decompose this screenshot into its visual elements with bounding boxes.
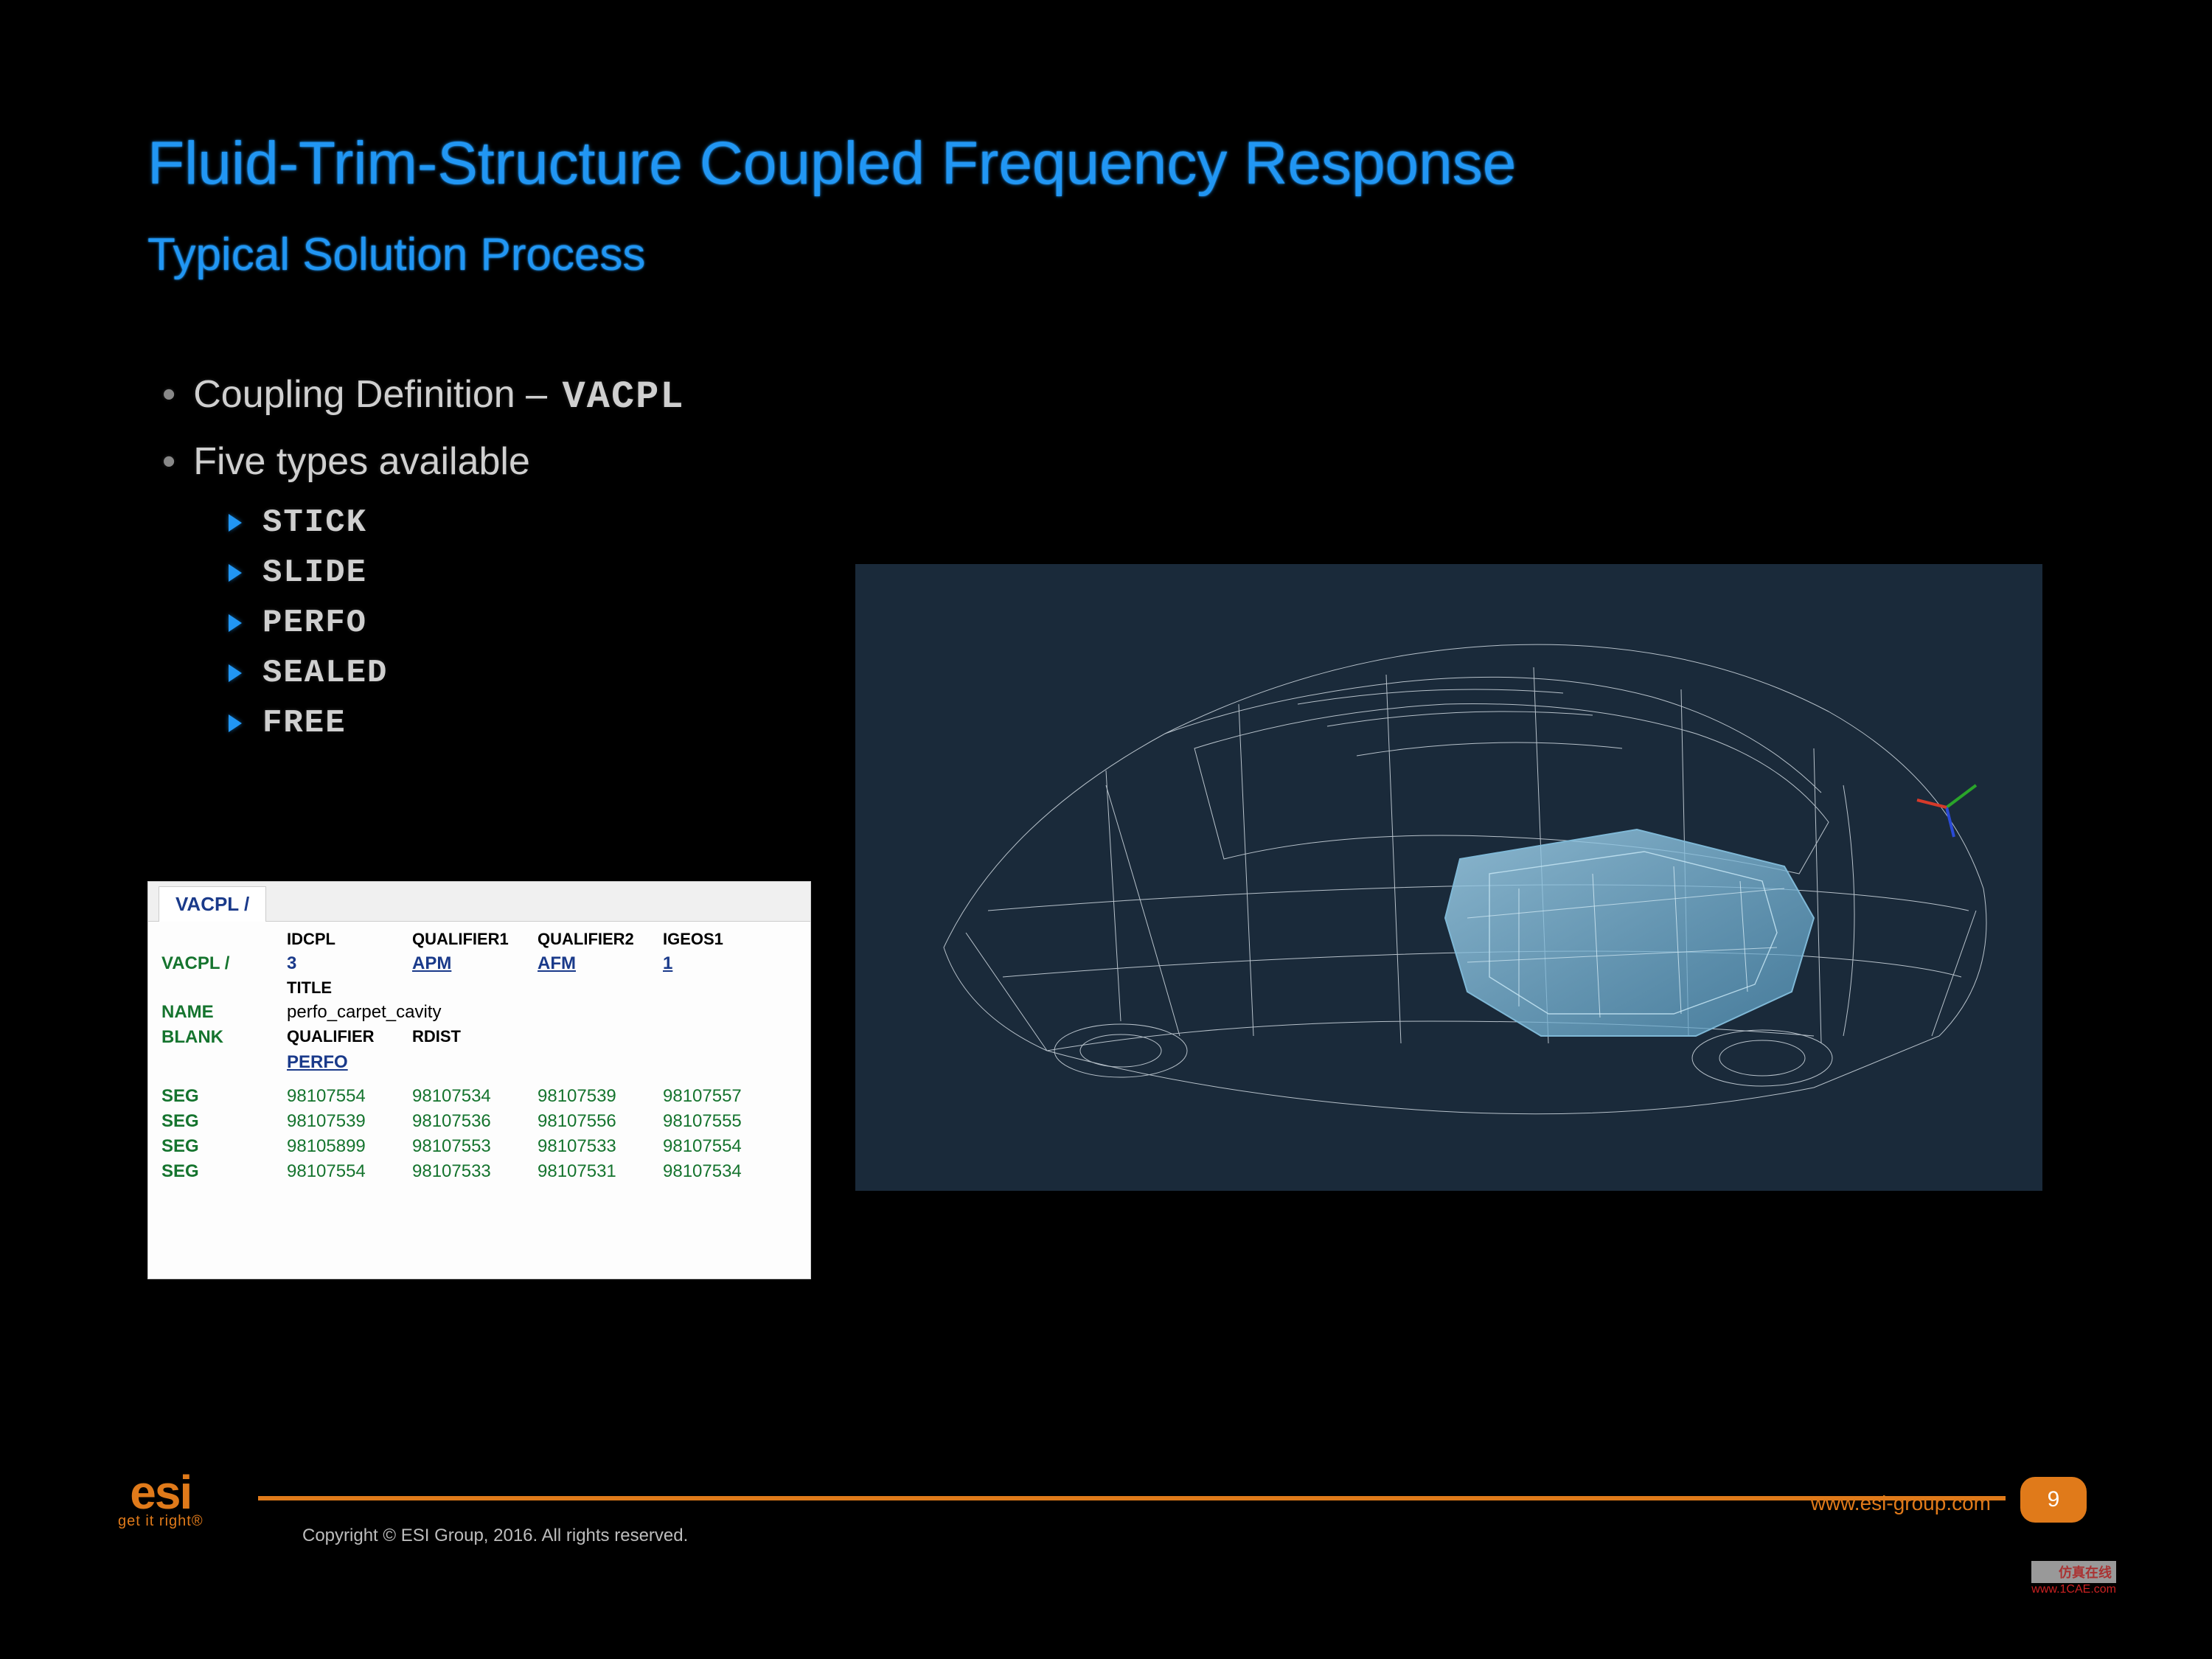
row-label-seg: SEG <box>159 1084 284 1109</box>
arrow-icon <box>229 664 242 682</box>
col-header: IGEOS1 <box>660 928 785 951</box>
vacpl-properties-panel: VACPL / IDCPL QUALIFIER1 QUALIFIER2 IGEO… <box>147 881 811 1279</box>
bullet-text: Five types available <box>193 439 530 484</box>
slide-title: Fluid-Trim-Structure Coupled Frequency R… <box>147 129 1516 198</box>
row-label-seg: SEG <box>159 1109 284 1134</box>
slide-footer: esi get it right® www.esi-group.com 9 Co… <box>74 1471 2138 1559</box>
cell-qualifier1[interactable]: APM <box>409 951 535 976</box>
seg-cell: 98107553 <box>409 1134 535 1159</box>
seg-cell: 98107556 <box>535 1109 660 1134</box>
seg-cell: 98107557 <box>660 1084 785 1109</box>
arrow-icon <box>229 714 242 732</box>
slide-subtitle: Typical Solution Process <box>147 229 645 281</box>
subbullet-stick: STICK <box>229 504 826 541</box>
cell-qualifier-value[interactable]: PERFO <box>284 1050 409 1075</box>
row-label-blank: BLANK <box>159 1025 284 1050</box>
cell-name-value[interactable]: perfo_carpet_cavity <box>284 1000 785 1025</box>
col-header-title: TITLE <box>284 976 409 1000</box>
cell-idcpl[interactable]: 3 <box>284 951 409 976</box>
subbullet-free: FREE <box>229 705 826 742</box>
page-number-pill: 9 <box>2020 1477 2087 1523</box>
vehicle-wireframe-viewport[interactable] <box>855 564 2042 1191</box>
seg-cell: 98107539 <box>284 1109 409 1134</box>
logo-tagline: get it right® <box>118 1513 204 1530</box>
seg-cell: 98107531 <box>535 1159 660 1184</box>
watermark-line1: 仿真在线 <box>2031 1561 2116 1583</box>
arrow-icon <box>229 514 242 532</box>
footer-url[interactable]: www.esi-group.com <box>1811 1492 1991 1515</box>
seg-cell: 98107555 <box>660 1109 785 1134</box>
seg-cell: 98107554 <box>660 1134 785 1159</box>
footer-rule <box>258 1496 2006 1500</box>
bullet-text: Coupling Definition – <box>193 373 557 416</box>
properties-grid: IDCPL QUALIFIER1 QUALIFIER2 IGEOS1 VACPL… <box>148 922 810 1194</box>
seg-cell: 98107539 <box>535 1084 660 1109</box>
panel-tabbar: VACPL / <box>148 882 810 922</box>
bullet-icon: • <box>162 375 175 414</box>
wireframe-svg <box>855 564 2042 1191</box>
arrow-icon <box>229 564 242 582</box>
row-label-seg: SEG <box>159 1134 284 1159</box>
arrow-icon <box>229 614 242 632</box>
row-label-vacpl: VACPL / <box>159 951 284 976</box>
tab-vacpl[interactable]: VACPL / <box>159 886 266 922</box>
row-label-seg: SEG <box>159 1159 284 1184</box>
seg-cell: 98107536 <box>409 1109 535 1134</box>
seg-cell: 98107554 <box>284 1084 409 1109</box>
seg-cell: 98107534 <box>660 1159 785 1184</box>
row-label-name: NAME <box>159 1000 284 1025</box>
watermark: 仿真在线 www.1CAE.com <box>2031 1561 2116 1596</box>
bullet-list: • Coupling Definition – VACPL • Five typ… <box>162 372 826 755</box>
cell-igeos1[interactable]: 1 <box>660 951 785 976</box>
seg-cell: 98107534 <box>409 1084 535 1109</box>
col-header-rdist: RDIST <box>409 1025 535 1050</box>
subbullet-perfo: PERFO <box>229 605 826 641</box>
bullet-keyword: VACPL <box>563 375 685 419</box>
seg-cell: 98107554 <box>284 1159 409 1184</box>
col-header: QUALIFIER1 <box>409 928 535 951</box>
watermark-line2: www.1CAE.com <box>2031 1583 2116 1596</box>
logo-mark: esi <box>118 1474 204 1512</box>
copyright-text: Copyright © ESI Group, 2016. All rights … <box>302 1526 688 1546</box>
seg-cell: 98107533 <box>535 1134 660 1159</box>
cell-qualifier2[interactable]: AFM <box>535 951 660 976</box>
bullet-five-types: • Five types available <box>162 439 826 484</box>
seg-cell: 98105899 <box>284 1134 409 1159</box>
esi-logo: esi get it right® <box>118 1474 204 1530</box>
subbullet-sealed: SEALED <box>229 655 826 692</box>
seg-cell: 98107533 <box>409 1159 535 1184</box>
bullet-coupling-definition: • Coupling Definition – VACPL <box>162 372 826 419</box>
col-header: IDCPL <box>284 928 409 951</box>
subbullet-slide: SLIDE <box>229 554 826 591</box>
col-header-qualifier: QUALIFIER <box>284 1025 409 1050</box>
bullet-icon: • <box>162 442 175 481</box>
col-header: QUALIFIER2 <box>535 928 660 951</box>
slide: Fluid-Trim-Structure Coupled Frequency R… <box>74 55 2138 1604</box>
